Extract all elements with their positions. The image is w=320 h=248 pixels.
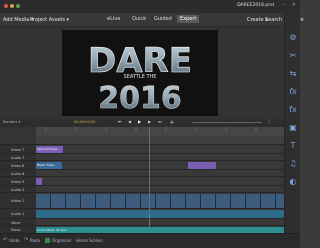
track-label: Video 7 [11,148,25,152]
ruler-ticks [36,127,284,144]
main-video-clip[interactable] [36,194,284,208]
window-close-icon[interactable] [4,4,8,8]
preview-frame: DARE SEATTLE THE 2016 [62,30,218,116]
track-label: Video 6 [11,164,25,168]
go-to-end-icon[interactable]: ⏭ [158,120,162,124]
undo-icon[interactable]: ↶ [3,238,7,243]
track-label: Audio 1 [11,212,25,216]
renders-menu[interactable]: Renders ▾ [3,120,20,125]
organizer-icon[interactable] [45,238,50,243]
right-panel: ⚙ ✂ ⇆ fx fx ▣ T ♫ ◐ [284,13,300,233]
overlay-clip[interactable] [188,162,216,169]
playhead[interactable] [149,127,150,233]
graphics-icon[interactable]: ▣ [288,123,298,133]
applied-effects-icon[interactable]: fx [288,105,298,115]
adjust-icon[interactable]: ⚙ [288,33,298,43]
window-zoom-icon[interactable] [16,4,20,8]
ruler-header [0,127,36,144]
mode-tab-quick[interactable]: Quick [132,16,146,22]
mode-tab-elive[interactable]: eLive [107,16,120,22]
main-audio-clip[interactable] [36,210,284,218]
track-label: Video 1 [11,199,25,203]
zoom-slider[interactable] [192,122,262,123]
effects-icon[interactable]: ✂ [288,51,298,61]
purple-clip[interactable] [36,178,42,185]
step-back-icon[interactable]: ◀ [128,120,131,124]
titles-icon[interactable]: T [288,141,298,151]
step-forward-icon[interactable]: ▶ [148,120,151,124]
minimize-window-button[interactable]: – [283,3,286,8]
window-minimize-icon[interactable] [10,4,14,8]
project-name: DAREE2016.prel [237,3,274,8]
video-clip[interactable]: Black Video [36,162,62,169]
transitions-icon[interactable]: ⇆ [288,69,298,79]
title-bar: DAREE2016.prel – ✕ [0,0,300,13]
add-media-menu[interactable]: Add Media ▾ [3,18,33,23]
preview-line2: 2016 [98,81,182,116]
video-preview[interactable]: DARE SEATTLE THE 2016 [62,30,218,116]
menu-bar: Add Media ▾ Project Assets ▾ eLive Quick… [0,13,304,27]
home-screen-button[interactable]: Home Screen [76,239,103,243]
timecode: 00;00;00;00 [74,120,96,124]
track-headers: Video 7 Audio 7 Video 6 Audio 6 Video 5 … [0,127,36,233]
clip-label: Audio Music 01.wav [37,228,67,232]
close-window-button[interactable]: ✕ [292,3,296,8]
clip-label: Black Video [37,163,55,167]
bottom-bar: ↶ Undo ↷ Redo Organizer Home Screen [0,233,300,248]
preview-tag: SEATTLE THE [124,74,157,80]
organizer-button[interactable]: Organizer [52,239,72,243]
redo-icon[interactable]: ↷ [24,238,28,243]
music-icon[interactable]: ♫ [288,159,298,169]
track-label: Video 5 [11,180,25,184]
clip-label: Optical Flares [37,147,58,151]
track-video1[interactable] [36,192,284,209]
title-clip[interactable]: Optical Flares [36,146,63,153]
mode-tab-expert[interactable]: Expert [177,15,200,23]
track-label: Music [11,228,21,232]
fx-icon[interactable]: fx [288,87,298,97]
redo-button[interactable]: Redo [30,239,40,243]
volume-icon[interactable]: 🔈 [170,120,175,124]
go-to-start-icon[interactable]: ⏮ [118,120,122,124]
timeline-ruler[interactable] [36,127,284,144]
fullscreen-icon[interactable]: ⛶ [268,120,271,124]
project-assets-menu[interactable]: Project Assets ▾ [30,18,69,23]
timeline-toolbar: Renders ▾ 00;00;00;00 ⏮ ◀ ▶ ▶ ⏭ 🔈 ⛶ [0,119,284,127]
play-icon[interactable]: ▶ [138,120,141,124]
track-header-video1[interactable]: Video 1 [0,192,36,209]
expand-panel-icon[interactable]: ◐ [288,177,298,187]
undo-button[interactable]: Undo [9,239,19,243]
mode-tab-guided[interactable]: Guided [154,16,172,22]
